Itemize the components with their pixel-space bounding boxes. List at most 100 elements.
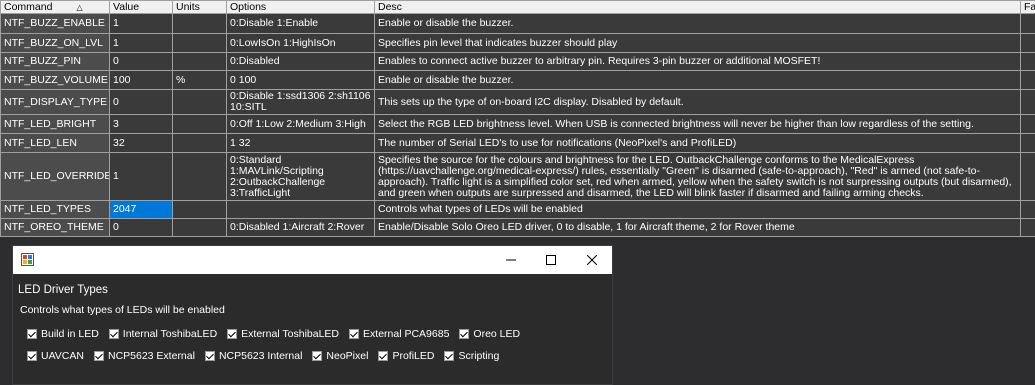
cell-options: 0:Off 1:Low 2:Medium 3:High	[226, 114, 375, 134]
minimize-button[interactable]	[491, 246, 531, 274]
cell-value[interactable]: 3	[109, 114, 173, 134]
cell-units	[172, 133, 227, 153]
cell-extra	[1020, 218, 1035, 237]
app-icon	[21, 253, 34, 266]
table-row[interactable]: NTF_LED_LEN 32 1 32 The number of Serial…	[0, 133, 1035, 153]
table-row[interactable]: NTF_OREO_THEME 0 0:Disabled 1:Aircraft 2…	[0, 218, 1035, 237]
checkbox-uavcan[interactable]: UAVCAN	[27, 350, 84, 362]
cell-desc: Enable or disable the buzzer.	[374, 70, 1021, 90]
checkbox-ncp5623-external[interactable]: NCP5623 External	[93, 350, 195, 362]
cell-value[interactable]: 1	[109, 152, 173, 201]
cell-options: 0:Disabled	[226, 52, 375, 71]
dialog-titlebar[interactable]	[13, 246, 612, 274]
cell-desc: Select the RGB LED brightness level. Whe…	[374, 114, 1021, 134]
cell-desc: Enable/Disable Solo Oreo LED driver, 0 t…	[374, 218, 1021, 237]
checkbox-row-1: Build in LED Internal ToshibaLED Externa…	[27, 328, 530, 340]
cell-units	[172, 89, 227, 115]
table-row[interactable]: NTF_BUZZ_ENABLE 1 0:Disable 1:Enable Ena…	[0, 13, 1035, 34]
cell-extra	[1020, 33, 1035, 53]
column-header-units[interactable]: Units	[172, 0, 227, 14]
cell-desc: Specifies pin level that indicates buzze…	[374, 33, 1021, 53]
checkbox-profiled[interactable]: ProfiLED	[378, 350, 434, 362]
checkbox-neopixel[interactable]: NeoPixel	[312, 350, 368, 362]
cell-desc: The number of Serial LED's to use for no…	[374, 133, 1021, 153]
cell-value[interactable]: 0	[109, 218, 173, 237]
checkbox-checked-icon	[204, 351, 215, 361]
cell-value-selected[interactable]: 2047	[109, 200, 173, 219]
table-row[interactable]: NTF_LED_OVERRIDE 1 0:Standard 1:MAVLink/…	[0, 152, 1035, 201]
column-header-value[interactable]: Value	[109, 0, 173, 14]
checkbox-checked-icon	[459, 329, 470, 339]
checkbox-external-pca9685[interactable]: External PCA9685	[349, 328, 449, 340]
checkbox-build-in-led[interactable]: Build in LED	[27, 328, 99, 340]
table-row[interactable]: NTF_DISPLAY_TYPE 0 0:Disable 1:ssd1306 2…	[0, 89, 1035, 115]
cell-options: 1 32	[226, 133, 375, 153]
close-button[interactable]	[572, 246, 612, 274]
cell-desc: Enables to connect active buzzer to arbi…	[374, 52, 1021, 71]
checkbox-checked-icon	[27, 329, 37, 339]
column-header-desc[interactable]: Desc	[374, 0, 1021, 14]
checkbox-checked-icon	[444, 351, 455, 361]
table-row[interactable]: NTF_BUZZ_PIN 0 0:Disabled Enables to con…	[0, 52, 1035, 71]
table-row[interactable]: NTF_BUZZ_VOLUME 100 % 0 100 Enable or di…	[0, 70, 1035, 90]
minimize-icon	[506, 259, 516, 261]
checkbox-scripting[interactable]: Scripting	[444, 350, 499, 362]
column-header-options[interactable]: Options	[226, 0, 375, 14]
cell-value[interactable]: 1	[109, 33, 173, 53]
grid-header-row: Command△ Value Units Options Desc Fa	[0, 0, 1035, 14]
cell-command: NTF_BUZZ_PIN	[0, 52, 110, 71]
cell-value[interactable]: 100	[109, 70, 173, 90]
close-icon	[587, 255, 597, 265]
cell-command: NTF_LED_BRIGHT	[0, 114, 110, 134]
cell-value[interactable]: 1	[109, 13, 173, 34]
checkbox-checked-icon	[93, 351, 104, 361]
sort-up-icon: △	[76, 2, 83, 12]
checkbox-checked-icon	[27, 351, 37, 361]
cell-extra	[1020, 89, 1035, 115]
cell-value[interactable]: 0	[109, 52, 173, 71]
checkbox-oreo-led[interactable]: Oreo LED	[459, 328, 520, 340]
checkbox-checked-icon	[378, 351, 389, 361]
cell-options: 0:Disable 1:ssd1306 2:sh1106 10:SITL	[226, 89, 375, 115]
column-header-command[interactable]: Command △	[0, 0, 110, 14]
cell-units	[172, 13, 227, 34]
checkbox-ncp5623-internal[interactable]: NCP5623 Internal	[204, 350, 302, 362]
parameter-grid: Command△ Value Units Options Desc Fa NTF…	[0, 0, 1035, 237]
maximize-icon	[546, 255, 556, 265]
cell-value[interactable]: 32	[109, 133, 173, 153]
column-header-extra[interactable]: Fa	[1020, 0, 1035, 14]
table-row[interactable]: NTF_BUZZ_ON_LVL 1 0:LowIsOn 1:HighIsOn S…	[0, 33, 1035, 53]
checkbox-external-toshibaled[interactable]: External ToshibaLED	[227, 328, 339, 340]
cell-units	[172, 52, 227, 71]
cell-command: NTF_LED_OVERRIDE	[0, 152, 110, 201]
cell-options: 0:LowIsOn 1:HighIsOn	[226, 33, 375, 53]
cell-extra	[1020, 52, 1035, 71]
checkbox-row-2: UAVCAN NCP5623 External NCP5623 Internal…	[27, 350, 509, 362]
checkbox-internal-toshibaled[interactable]: Internal ToshibaLED	[108, 328, 217, 340]
cell-value[interactable]: 0	[109, 89, 173, 115]
checkbox-checked-icon	[227, 329, 238, 339]
cell-units	[172, 200, 227, 219]
cell-command: NTF_DISPLAY_TYPE	[0, 89, 110, 115]
cell-extra	[1020, 133, 1035, 153]
cell-command: NTF_LED_LEN	[0, 133, 110, 153]
table-row[interactable]: NTF_LED_BRIGHT 3 0:Off 1:Low 2:Medium 3:…	[0, 114, 1035, 134]
cell-desc: Specifies the source for the colours and…	[374, 152, 1021, 201]
cell-extra	[1020, 70, 1035, 90]
cell-units	[172, 114, 227, 134]
cell-options: 0:Disable 1:Enable	[226, 13, 375, 34]
maximize-button[interactable]	[531, 246, 571, 274]
cell-extra	[1020, 13, 1035, 34]
cell-desc: Controls what types of LEDs will be enab…	[374, 200, 1021, 219]
cell-command: NTF_BUZZ_ENABLE	[0, 13, 110, 34]
cell-units	[172, 152, 227, 201]
cell-units	[172, 33, 227, 53]
cell-options: 0:Disabled 1:Aircraft 2:Rover	[226, 218, 375, 237]
cell-options	[226, 200, 375, 219]
cell-command: NTF_BUZZ_VOLUME	[0, 70, 110, 90]
table-row[interactable]: NTF_LED_TYPES 2047 Controls what types o…	[0, 200, 1035, 219]
cell-desc: This sets up the type of on-board I2C di…	[374, 89, 1021, 115]
cell-options: 0 100	[226, 70, 375, 90]
cell-extra	[1020, 200, 1035, 219]
checkbox-checked-icon	[349, 329, 360, 339]
